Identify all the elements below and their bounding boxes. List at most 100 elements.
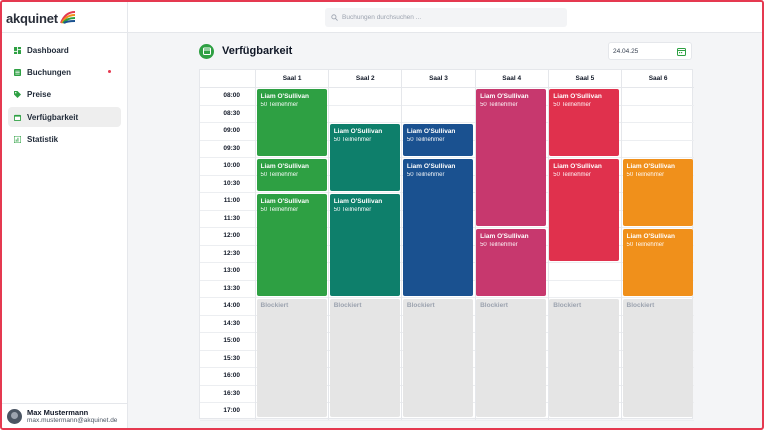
room-header: Saal 2: [328, 70, 401, 87]
sidebar-item-verfuegbarkeit[interactable]: Verfügbarkeit: [8, 107, 121, 128]
tag-icon: [14, 91, 21, 99]
sidebar-item-label: Dashboard: [27, 45, 69, 55]
grid-row-line: [200, 157, 694, 158]
time-label: 15:30: [223, 354, 240, 362]
booking-participants: 50 Teilnehmer: [406, 171, 445, 178]
list-icon: [14, 68, 21, 76]
header-divider: [200, 87, 694, 88]
sidebar-item-dashboard[interactable]: Dashboard: [8, 40, 121, 60]
time-label: 11:30: [223, 214, 240, 222]
time-label: 09:30: [223, 144, 240, 152]
booking-event[interactable]: Liam O'Sullivan 50 Teilnehmer: [256, 158, 327, 191]
booking-participants: 50 Teilnehmer: [333, 136, 372, 143]
booking-event[interactable]: Liam O'Sullivan 50 Teilnehmer: [549, 158, 620, 261]
booking-participants: 50 Teilnehmer: [626, 241, 665, 248]
user-name: Max Mustermann: [27, 407, 89, 417]
time-label: 10:30: [223, 179, 240, 187]
room-header: Saal 4: [474, 70, 548, 87]
booking-event[interactable]: Liam O'Sullivan 50 Teilnehmer: [402, 123, 474, 156]
booking-name: Liam O'Sullivan: [406, 162, 456, 170]
date-value: 24.04.25: [613, 47, 639, 55]
avatar: [7, 408, 22, 424]
sidebar-item-buchungen[interactable]: Buchungen: [8, 62, 121, 82]
user-profile[interactable]: Max Mustermann max.mustermann@akquinet.d…: [2, 403, 127, 428]
search-input[interactable]: Buchungen durchsuchen ...: [325, 8, 567, 27]
page-title: Verfügbarkeit: [222, 45, 293, 57]
booking-participants: 50 Teilnehmer: [260, 101, 299, 108]
booking-name: Liam O'Sullivan: [333, 197, 383, 205]
blocked-label: Blockiert: [406, 301, 435, 309]
booking-event[interactable]: Liam O'Sullivan 50 Teilnehmer: [256, 193, 327, 296]
time-label: 12:00: [223, 232, 240, 239]
time-label: 09:00: [223, 127, 240, 134]
grid-column-line: [621, 70, 622, 420]
booking-name: Liam O'Sullivan: [406, 127, 456, 135]
booking-event[interactable]: Liam O'Sullivan 50 Teilnehmer: [256, 88, 327, 156]
booking-event[interactable]: Liam O'Sullivan 50 Teilnehmer: [402, 158, 474, 296]
logo-swoosh-icon: [59, 11, 75, 24]
chart-icon: [14, 136, 21, 144]
blocked-slot[interactable]: Blockiert: [476, 298, 547, 417]
page-header: Verfügbarkeit: [199, 42, 292, 60]
blocked-slot[interactable]: Blockiert: [256, 298, 327, 417]
sidebar-item-label: Verfügbarkeit: [27, 112, 79, 122]
time-label: 13:30: [223, 284, 240, 292]
booking-participants: 50 Teilnehmer: [626, 171, 665, 178]
calendar-icon: [14, 114, 21, 121]
blocked-label: Blockiert: [480, 301, 508, 309]
sidebar-item-label: Statistik: [27, 135, 59, 145]
room-header: Saal 6: [621, 70, 694, 87]
date-picker[interactable]: 24.04.25: [608, 42, 692, 60]
booking-name: Liam O'Sullivan: [626, 162, 676, 170]
booking-name: Liam O'Sullivan: [260, 197, 310, 205]
booking-event[interactable]: Liam O'Sullivan 50 Teilnehmer: [476, 88, 547, 226]
booking-participants: 50 Teilnehmer: [333, 206, 372, 213]
user-email: max.mustermann@akquinet.de: [27, 416, 118, 424]
time-label: 11:00: [223, 197, 240, 204]
time-label: 08:00: [223, 92, 240, 99]
booking-event[interactable]: Liam O'Sullivan 50 Teilnehmer: [329, 123, 400, 191]
booking-name: Liam O'Sullivan: [553, 92, 602, 100]
time-label: 16:00: [223, 372, 240, 379]
app-window: akquinet Dashboard Buchungen Preise Verf…: [0, 0, 764, 430]
sidebar-item-label: Buchungen: [27, 67, 71, 77]
booking-event[interactable]: Liam O'Sullivan 50 Teilnehmer: [329, 193, 400, 296]
booking-name: Liam O'Sullivan: [260, 92, 310, 100]
sidebar: akquinet Dashboard Buchungen Preise Verf…: [2, 2, 128, 428]
search-placeholder: Buchungen durchsuchen ...: [342, 14, 422, 21]
time-label: 13:00: [223, 267, 240, 274]
notification-dot: [108, 70, 111, 74]
blocked-label: Blockiert: [260, 301, 289, 309]
calendar-icon: [199, 43, 214, 59]
room-header: Saal 5: [547, 70, 621, 87]
time-label: 17:00: [223, 407, 240, 414]
booking-name: Liam O'Sullivan: [480, 92, 529, 100]
booking-event[interactable]: Liam O'Sullivan 50 Teilnehmer: [622, 158, 693, 226]
booking-name: Liam O'Sullivan: [260, 162, 310, 170]
sidebar-item-statistik[interactable]: Statistik: [8, 130, 121, 150]
booking-event[interactable]: Liam O'Sullivan 50 Teilnehmer: [549, 88, 620, 156]
time-label: 14:30: [223, 319, 240, 327]
room-header: Saal 1: [255, 70, 328, 87]
blocked-slot[interactable]: Blockiert: [622, 298, 693, 417]
booking-participants: 50 Teilnehmer: [553, 101, 591, 108]
blocked-slot[interactable]: Blockiert: [402, 298, 474, 417]
sidebar-item-preise[interactable]: Preise: [8, 85, 121, 105]
sidebar-nav: Dashboard Buchungen Preise Verfügbarkeit…: [8, 40, 121, 152]
time-label: 12:30: [223, 249, 240, 257]
booking-participants: 50 Teilnehmer: [480, 241, 518, 248]
availability-calendar: Saal 1 Saal 2 Saal 3 Saal 4 Saal 5 Saal 6 08:0…: [199, 69, 694, 421]
booking-name: Liam O'Sullivan: [553, 162, 602, 170]
grid-row-line: [200, 297, 694, 298]
top-bar: Buchungen durchsuchen ...: [128, 2, 762, 33]
booking-event[interactable]: Liam O'Sullivan 50 Teilnehmer: [622, 228, 693, 296]
blocked-slot[interactable]: Blockiert: [549, 298, 620, 417]
booking-name: Liam O'Sullivan: [626, 232, 676, 240]
logo[interactable]: akquinet: [6, 8, 86, 28]
booking-event[interactable]: Liam O'Sullivan 50 Teilnehmer: [476, 228, 547, 296]
booking-name: Liam O'Sullivan: [333, 127, 383, 135]
blocked-slot[interactable]: Blockiert: [329, 298, 400, 417]
time-label: 08:30: [223, 109, 240, 117]
sidebar-item-label: Preise: [27, 90, 52, 100]
time-label: 16:30: [223, 389, 240, 397]
